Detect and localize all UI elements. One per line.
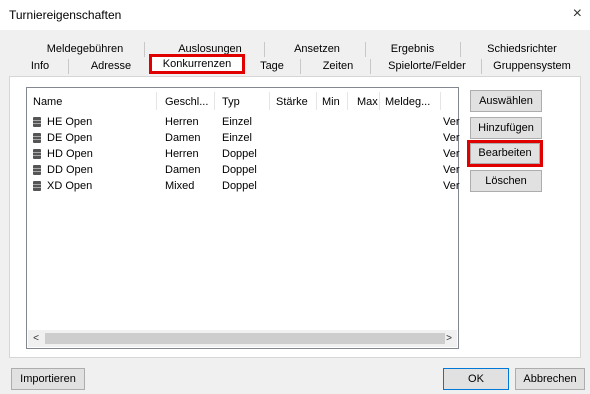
row-type: Einzel bbox=[222, 116, 252, 128]
add-button[interactable]: Hinzufügen bbox=[470, 117, 542, 139]
column-header-meldegebuehr[interactable]: Meldeg... bbox=[385, 96, 430, 108]
column-header-gender[interactable]: Geschl... bbox=[165, 96, 208, 108]
column-header-min[interactable]: Min bbox=[322, 96, 340, 108]
title-bar: Turniereigenschaften × bbox=[0, 0, 590, 30]
row-truncated-value: Ver bbox=[443, 116, 460, 128]
list-row[interactable]: HD Open Herren Doppel Ver bbox=[27, 147, 460, 163]
tab-adresse[interactable]: Adresse bbox=[78, 59, 144, 74]
column-divider bbox=[440, 92, 441, 110]
tab-spielorte-felder[interactable]: Spielorte/Felder bbox=[373, 59, 481, 74]
row-type: Doppel bbox=[222, 180, 257, 192]
row-name: XD Open bbox=[47, 180, 93, 192]
tab-divider bbox=[370, 59, 371, 74]
horizontal-scrollbar[interactable]: < > bbox=[28, 330, 457, 347]
column-divider bbox=[316, 92, 317, 110]
tab-meldegebuehren[interactable]: Meldegebühren bbox=[30, 42, 140, 57]
row-gender: Mixed bbox=[165, 180, 195, 192]
database-icon bbox=[33, 117, 41, 127]
list-row[interactable]: DE Open Damen Einzel Ver bbox=[27, 131, 460, 147]
tab-divider bbox=[481, 59, 482, 74]
column-divider bbox=[214, 92, 215, 110]
tab-ergebnis[interactable]: Ergebnis bbox=[370, 42, 455, 57]
column-header-max[interactable]: Max bbox=[357, 96, 378, 108]
row-type: Doppel bbox=[222, 164, 257, 176]
column-header-type[interactable]: Typ bbox=[222, 96, 240, 108]
dialog-window: Turniereigenschaften × Meldegebühren Aus… bbox=[0, 0, 590, 394]
database-icon bbox=[33, 149, 41, 159]
database-icon bbox=[33, 133, 41, 143]
list-row[interactable]: DD Open Damen Doppel Ver bbox=[27, 163, 460, 179]
import-button[interactable]: Importieren bbox=[11, 368, 85, 390]
column-divider bbox=[347, 92, 348, 110]
row-gender: Herren bbox=[165, 148, 199, 160]
tab-konkurrenzen[interactable]: Konkurrenzen bbox=[149, 54, 245, 74]
tab-gruppensystem[interactable]: Gruppensystem bbox=[483, 59, 581, 74]
scroll-left-icon[interactable]: < bbox=[29, 332, 43, 345]
tab-tage[interactable]: Tage bbox=[248, 59, 296, 74]
edit-button[interactable]: Bearbeiten bbox=[467, 140, 543, 167]
column-divider bbox=[379, 92, 380, 110]
column-header-name[interactable]: Name bbox=[33, 96, 62, 108]
tab-info[interactable]: Info bbox=[18, 59, 62, 74]
row-truncated-value: Ver bbox=[443, 148, 460, 160]
window-title: Turniereigenschaften bbox=[9, 8, 122, 22]
tab-divider bbox=[68, 59, 69, 74]
database-icon bbox=[33, 165, 41, 175]
scroll-right-icon[interactable]: > bbox=[442, 332, 456, 345]
column-header-strength[interactable]: Stärke bbox=[276, 96, 308, 108]
competition-list[interactable]: Name Geschl... Typ Stärke Min Max Meldeg… bbox=[26, 87, 460, 349]
tab-divider bbox=[460, 42, 461, 57]
close-icon[interactable]: × bbox=[573, 5, 582, 23]
ok-button[interactable]: OK bbox=[443, 368, 509, 390]
scrollbar-thumb[interactable] bbox=[45, 333, 445, 344]
tab-divider bbox=[300, 59, 301, 74]
row-name: HD Open bbox=[47, 148, 93, 160]
row-name: HE Open bbox=[47, 116, 93, 128]
row-truncated-value: Ver bbox=[443, 180, 460, 192]
column-divider bbox=[156, 92, 157, 110]
row-type: Einzel bbox=[222, 132, 252, 144]
list-row[interactable]: HE Open Herren Einzel Ver bbox=[27, 115, 460, 131]
tab-divider bbox=[365, 42, 366, 57]
column-divider bbox=[269, 92, 270, 110]
row-gender: Herren bbox=[165, 116, 199, 128]
row-gender: Damen bbox=[165, 132, 201, 144]
select-button[interactable]: Auswählen bbox=[470, 90, 542, 112]
delete-button[interactable]: Löschen bbox=[470, 170, 542, 192]
row-gender: Damen bbox=[165, 164, 201, 176]
row-name: DD Open bbox=[47, 164, 93, 176]
row-name: DE Open bbox=[47, 132, 93, 144]
tab-divider bbox=[264, 42, 265, 57]
row-truncated-value: Ver bbox=[443, 164, 460, 176]
tab-schiedsrichter[interactable]: Schiedsrichter bbox=[472, 42, 572, 57]
row-truncated-value: Ver bbox=[443, 132, 460, 144]
list-row[interactable]: XD Open Mixed Doppel Ver bbox=[27, 179, 460, 195]
database-icon bbox=[33, 181, 41, 191]
tab-ansetzen[interactable]: Ansetzen bbox=[272, 42, 362, 57]
row-type: Doppel bbox=[222, 148, 257, 160]
cancel-button[interactable]: Abbrechen bbox=[515, 368, 585, 390]
tab-zeiten[interactable]: Zeiten bbox=[308, 59, 368, 74]
tab-divider bbox=[144, 42, 145, 57]
